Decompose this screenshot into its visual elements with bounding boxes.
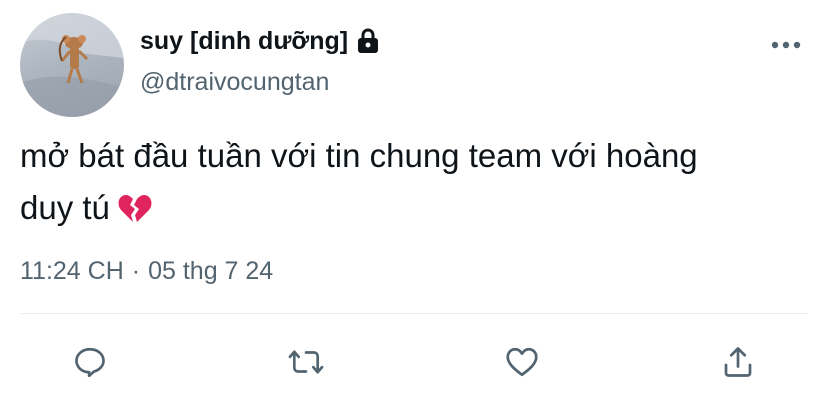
name-row: suy [dinh dưỡng] [140,24,380,58]
broken-heart-icon [118,188,152,222]
more-options-button[interactable] [768,30,804,60]
user-handle[interactable]: @dtraivocungtan [140,68,329,97]
reply-button[interactable] [70,340,110,384]
tweet-text-line-2-words: duy tú [20,189,110,226]
avatar[interactable] [20,13,124,117]
share-icon [724,347,752,377]
lock-icon [356,28,380,54]
tweet-text: mở bát đầu tuần với tin chung team với h… [20,130,810,234]
retweet-icon [288,350,324,374]
tweet-date: 05 thg 7 24 [148,257,274,285]
action-bar [0,340,828,384]
divider [20,313,808,314]
avatar-image [20,13,124,117]
tweet-time: 11:24 CH [20,257,124,285]
tweet-timestamp[interactable]: 11:24 CH · 05 thg 7 24 [20,257,273,286]
retweet-button[interactable] [286,340,326,384]
more-horizontal-icon [771,41,801,49]
meta-separator: · [131,257,141,285]
share-button[interactable] [718,340,758,384]
tweet-text-line-2: duy tú [20,182,810,234]
display-name[interactable]: suy [dinh dưỡng] [140,27,348,56]
tweet-card: suy [dinh dưỡng] @dtraivocungtan mở bát … [0,0,828,408]
heart-outline-icon [506,347,538,377]
like-button[interactable] [502,340,542,384]
tweet-text-line-1: mở bát đầu tuần với tin chung team với h… [20,137,698,174]
reply-icon [75,347,105,378]
